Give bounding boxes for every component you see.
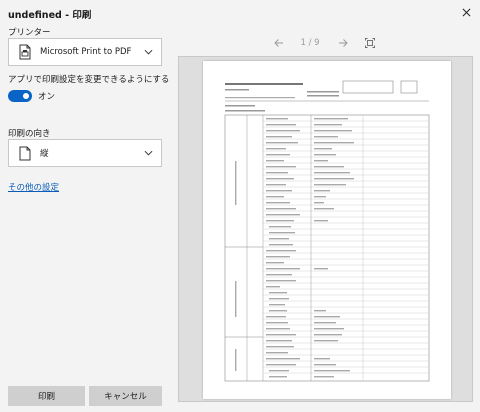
orientation-select[interactable]: 縦: [8, 139, 162, 167]
toggle-state-label: オン: [38, 92, 56, 102]
chevron-down-icon: [140, 145, 156, 161]
orientation-label: 印刷の向き: [8, 129, 51, 139]
orientation-value: 縦: [40, 149, 49, 159]
printer-label: プリンター: [8, 28, 51, 38]
close-icon: [462, 8, 470, 16]
printer-value: Microsoft Print to PDF: [40, 47, 132, 57]
close-button[interactable]: [458, 4, 474, 20]
toggle-knob: [23, 93, 29, 99]
more-settings-link[interactable]: その他の設定: [8, 181, 59, 193]
chevron-down-icon: [140, 44, 156, 60]
preview-pane: 1 / 9: [170, 26, 480, 412]
fit-page-icon: [365, 38, 375, 48]
app-settings-toggle[interactable]: [8, 90, 32, 102]
printer-select[interactable]: Microsoft Print to PDF: [8, 38, 162, 66]
previous-page-button[interactable]: [272, 36, 286, 50]
print-dialog: undefined - 印刷 プリンター Microsoft Print to …: [0, 0, 480, 412]
next-page-button[interactable]: [336, 36, 350, 50]
page-portrait-icon: [18, 145, 32, 161]
page-content-illustration: [224, 80, 430, 382]
page-navigation: 1 / 9: [170, 34, 480, 52]
settings-pane: プリンター Microsoft Print to PDF アプリで印刷設定を変更…: [0, 26, 170, 412]
cancel-button[interactable]: キャンセル: [89, 386, 162, 406]
app-settings-label: アプリで印刷設定を変更できるようにする: [8, 75, 170, 85]
page-indicator: 1 / 9: [300, 38, 320, 48]
arrow-right-icon: [339, 39, 348, 47]
window-title: undefined - 印刷: [8, 10, 92, 21]
title-bar: undefined - 印刷: [0, 0, 480, 26]
printer-icon: [18, 44, 32, 60]
page-thumbnail: [203, 61, 451, 399]
arrow-left-icon: [274, 39, 283, 47]
print-button[interactable]: 印刷: [8, 386, 85, 406]
fit-page-button[interactable]: [363, 36, 377, 50]
preview-canvas: [178, 56, 473, 402]
